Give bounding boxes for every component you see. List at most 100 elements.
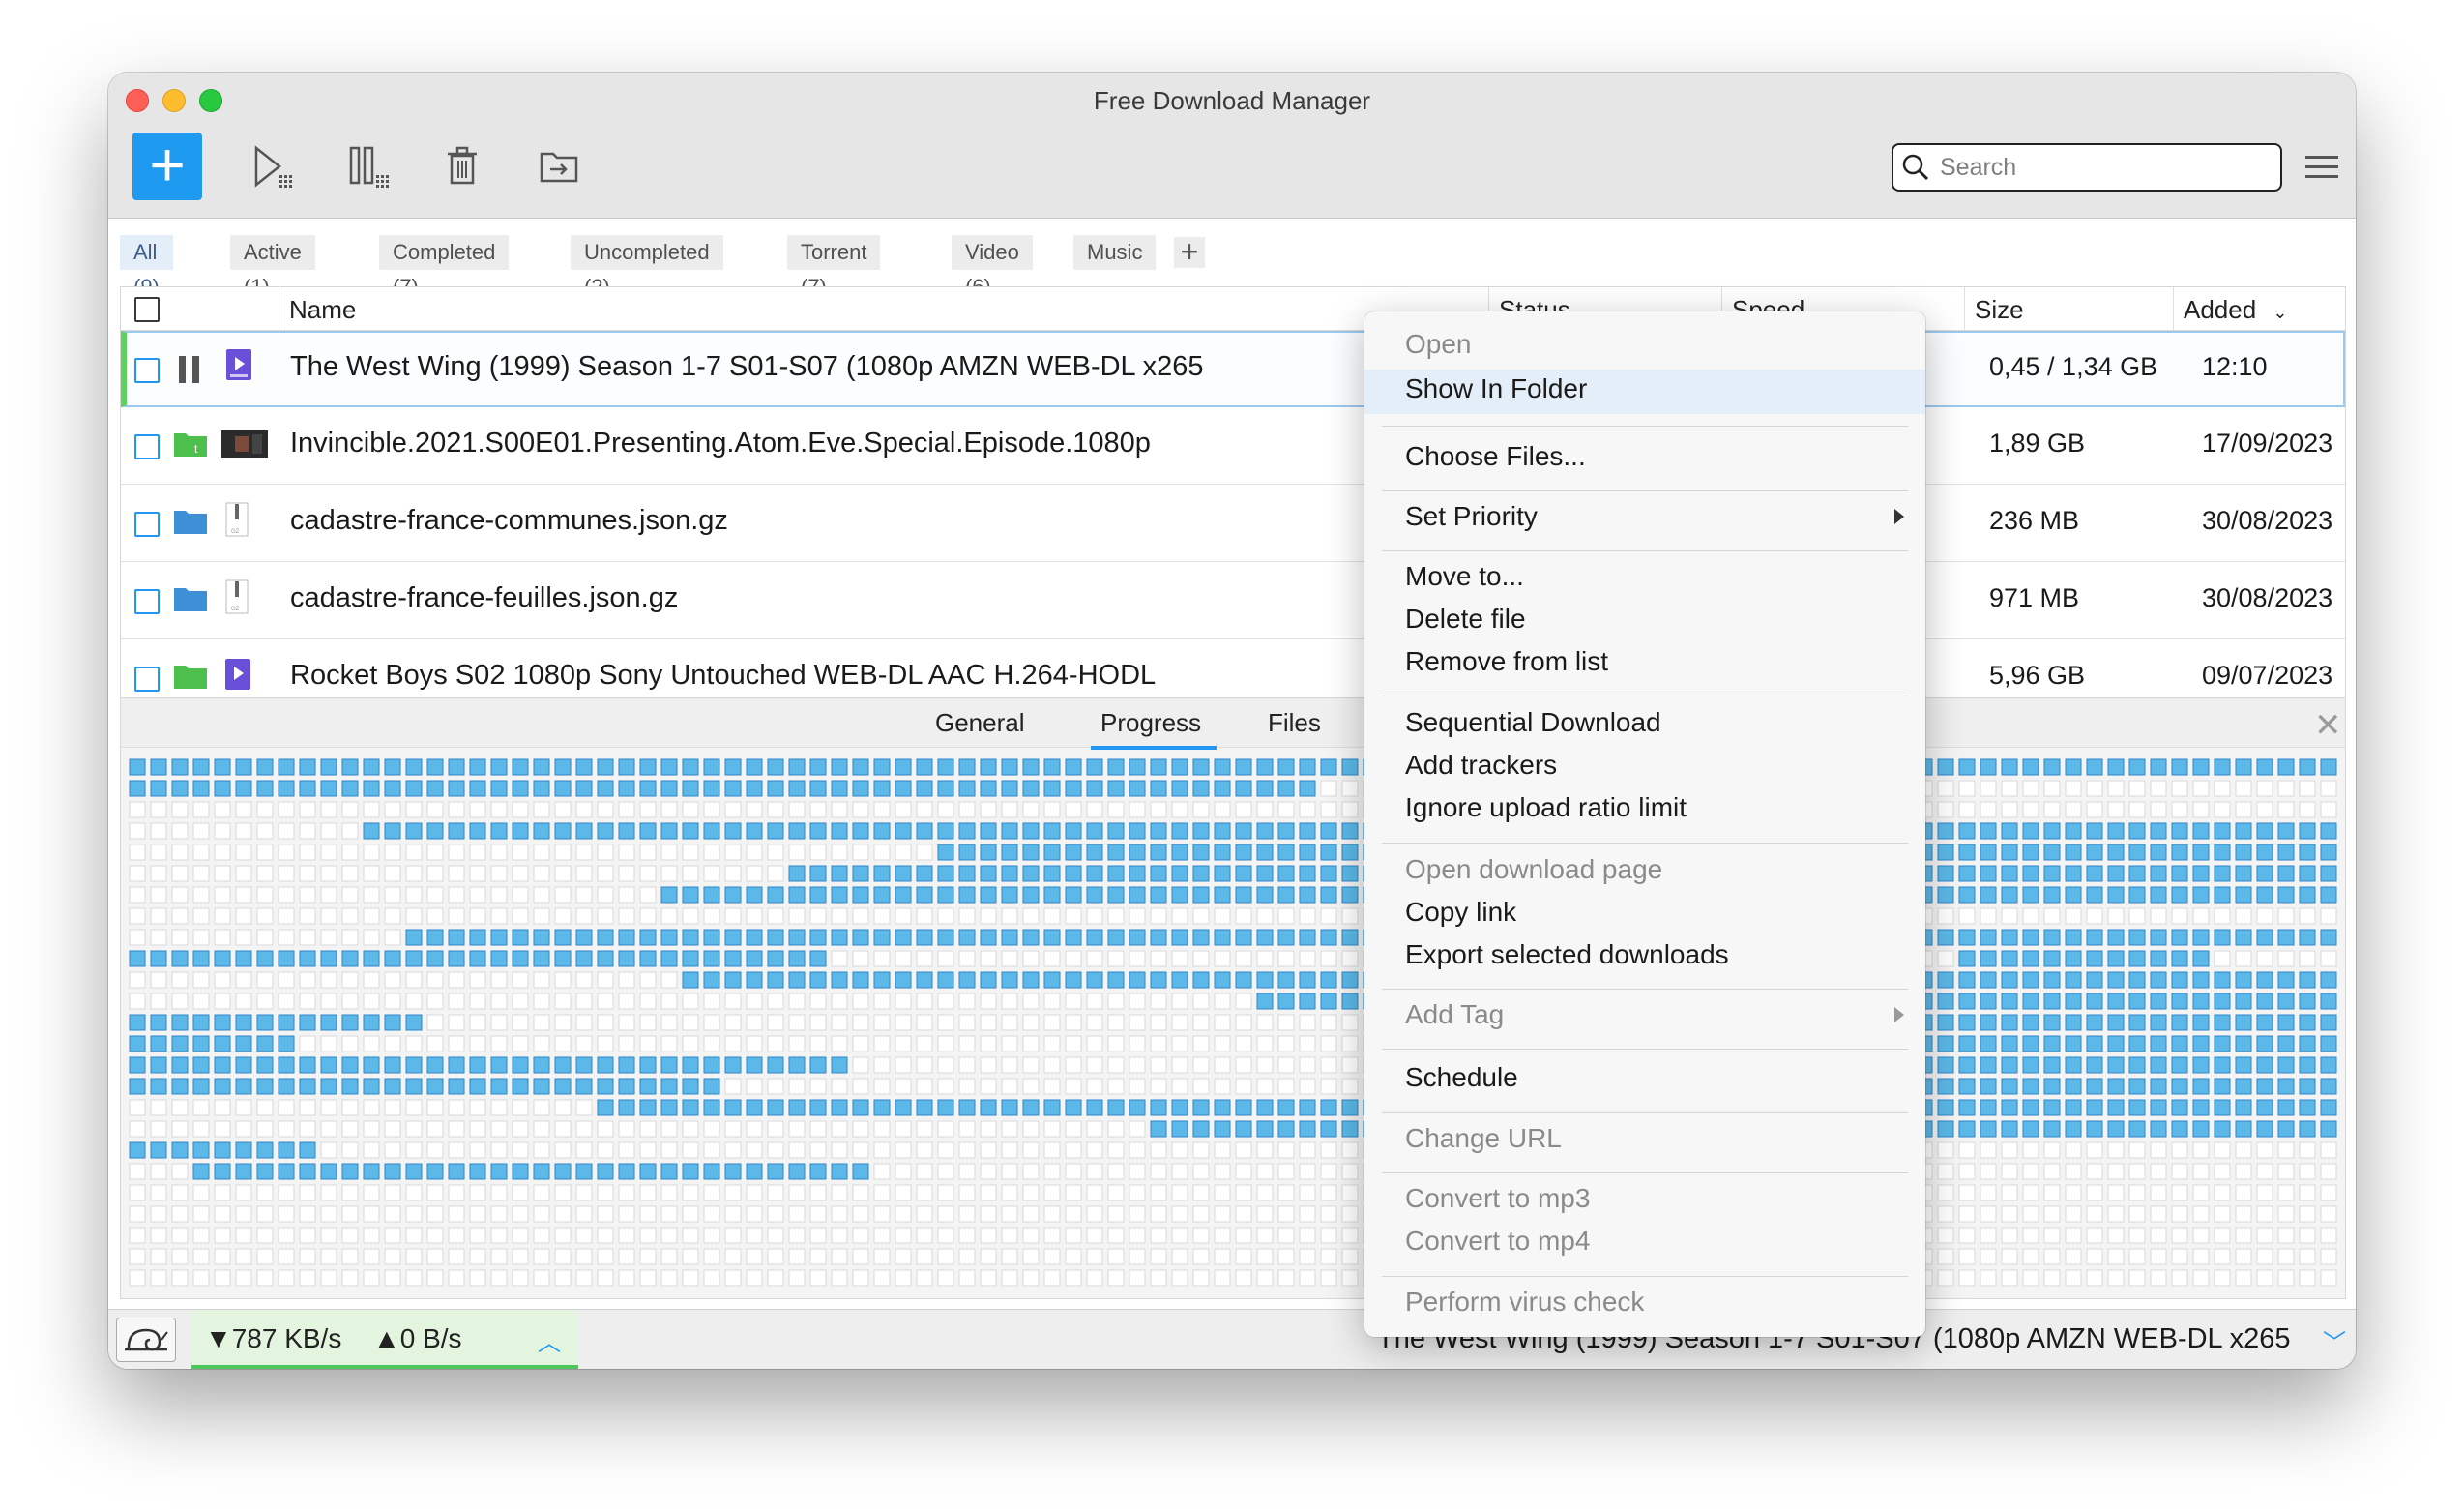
piece-done — [1341, 886, 1359, 904]
piece-pending — [1341, 1014, 1359, 1031]
piece-pending — [490, 993, 508, 1010]
piece-done — [1086, 1099, 1103, 1116]
download-row[interactable]: GZ cadastre-france-communes.json.gz 236 … — [121, 485, 2345, 562]
piece-pending — [2150, 801, 2167, 818]
piece-pending — [618, 1120, 635, 1138]
piece-pending — [1192, 1014, 1210, 1031]
tab-files[interactable]: Files — [1268, 708, 1321, 738]
menu-item-sequential-download[interactable]: Sequential Download — [1405, 707, 1661, 738]
filter-torrent[interactable]: Torrent (7) — [787, 235, 881, 299]
tab-progress[interactable]: Progress — [1091, 708, 1217, 750]
piece-pending — [682, 1205, 699, 1223]
resume-all-icon[interactable] — [247, 142, 295, 191]
download-row[interactable]: The West Wing (1999) Season 1-7 S01-S07 … — [121, 331, 2345, 407]
menu-item-open-download-page[interactable]: Open download page — [1405, 854, 1662, 885]
download-row[interactable]: t Invincible.2021.S00E01.Presenting.Atom… — [121, 407, 2345, 485]
snail-icon[interactable] — [116, 1318, 176, 1362]
piece-done — [916, 780, 933, 797]
piece-pending — [2192, 801, 2210, 818]
piece-pending — [384, 1227, 401, 1244]
piece-done — [235, 780, 252, 797]
menu-item-open[interactable]: Open — [1405, 329, 1472, 360]
menu-item-schedule[interactable]: Schedule — [1405, 1062, 1518, 1093]
chevron-up-icon[interactable]: ︿ — [538, 1323, 561, 1357]
piece-done — [1192, 1120, 1210, 1138]
column-size[interactable]: Size — [1964, 287, 2173, 330]
piece-done — [214, 1078, 231, 1095]
piece-pending — [639, 1248, 657, 1265]
piece-done — [1107, 929, 1125, 946]
piece-done — [2235, 1099, 2252, 1116]
menu-separator — [1382, 989, 1908, 990]
close-icon[interactable]: ✕ — [2314, 706, 2342, 745]
select-all-checkbox[interactable] — [134, 297, 160, 322]
piece-done — [1129, 758, 1146, 776]
pause-all-icon[interactable] — [343, 142, 392, 191]
piece-pending — [597, 993, 614, 1010]
move-to-folder-icon[interactable] — [535, 142, 583, 191]
row-checkbox[interactable] — [134, 358, 160, 383]
piece-pending — [512, 971, 529, 989]
download-row[interactable]: GZ cadastre-france-feuilles.json.gz 971 … — [121, 562, 2345, 639]
piece-pending — [2171, 1269, 2188, 1287]
piece-done — [1171, 886, 1188, 904]
torrent-folder-icon[interactable]: t — [173, 429, 208, 458]
filter-all[interactable]: All (9) — [120, 235, 173, 299]
menu-item-show-in-folder[interactable]: Show In Folder — [1405, 373, 1587, 404]
search-input[interactable] — [1938, 149, 2271, 186]
pause-icon[interactable] — [175, 352, 204, 387]
submenu-arrow-icon — [1894, 509, 1904, 524]
column-name[interactable]: Name — [279, 287, 1488, 330]
filter-active[interactable]: Active (1) — [230, 235, 315, 299]
piece-done — [1086, 886, 1103, 904]
piece-done — [2001, 1035, 2018, 1052]
piece-pending — [405, 844, 423, 861]
piece-pending — [1065, 1078, 1082, 1095]
add-filter-button[interactable]: + — [1174, 236, 1205, 268]
menu-item-add-trackers[interactable]: Add trackers — [1405, 750, 1557, 781]
menu-item-set-priority[interactable]: Set Priority — [1405, 501, 1538, 532]
tab-general[interactable]: General — [935, 708, 1025, 738]
row-checkbox[interactable] — [134, 434, 160, 459]
menu-item-delete-file[interactable]: Delete file — [1405, 604, 1526, 635]
menu-item-convert-mp4[interactable]: Convert to mp4 — [1405, 1226, 1590, 1257]
add-download-button[interactable]: + — [132, 133, 202, 200]
menu-item-export-selected[interactable]: Export selected downloads — [1405, 939, 1729, 970]
piece-pending — [788, 1248, 806, 1265]
menu-item-copy-link[interactable]: Copy link — [1405, 897, 1516, 928]
menu-item-remove-from-list[interactable]: Remove from list — [1405, 646, 1608, 677]
piece-done — [2277, 844, 2295, 861]
menu-item-add-tag[interactable]: Add Tag — [1405, 999, 1504, 1030]
menu-item-ignore-upload-ratio[interactable]: Ignore upload ratio limit — [1405, 792, 1687, 823]
row-checkbox[interactable] — [134, 667, 160, 692]
filter-completed[interactable]: Completed (7) — [379, 235, 510, 299]
piece-done — [448, 780, 465, 797]
chevron-down-icon[interactable]: ﹀ — [2323, 1323, 2346, 1357]
row-checkbox[interactable] — [134, 512, 160, 537]
piece-pending — [299, 1248, 316, 1265]
piece-done — [660, 950, 678, 967]
hamburger-icon[interactable] — [2305, 156, 2338, 179]
menu-item-change-url[interactable]: Change URL — [1405, 1123, 1562, 1154]
filter-uncompleted[interactable]: Uncompleted (2) — [571, 235, 723, 299]
piece-done — [2235, 822, 2252, 840]
menu-item-move-to[interactable]: Move to... — [1405, 561, 1524, 592]
piece-done — [788, 1056, 806, 1074]
row-checkbox[interactable] — [134, 589, 160, 614]
folder-icon[interactable] — [173, 506, 208, 535]
filter-music[interactable]: Music — [1073, 235, 1157, 270]
speed-indicator[interactable]: ▼787 KB/s ▲0 B/s ︿ — [191, 1310, 578, 1369]
download-row[interactable]: Rocket Boys S02 1080p Sony Untouched WEB… — [121, 639, 2345, 698]
menu-item-convert-mp3[interactable]: Convert to mp3 — [1405, 1183, 1590, 1214]
delete-icon[interactable] — [438, 142, 486, 191]
column-added[interactable]: Added ⌄ — [2173, 287, 2345, 330]
piece-pending — [363, 1227, 380, 1244]
torrent-folder-icon[interactable] — [173, 661, 208, 690]
search-box[interactable] — [1892, 143, 2282, 192]
menu-item-choose-files[interactable]: Choose Files... — [1405, 441, 1586, 472]
piece-done — [2277, 929, 2295, 946]
menu-item-virus-check[interactable]: Perform virus check — [1405, 1287, 1644, 1318]
filter-video[interactable]: Video (6) — [952, 235, 1033, 299]
folder-icon[interactable] — [173, 583, 208, 612]
piece-done — [1277, 865, 1295, 882]
